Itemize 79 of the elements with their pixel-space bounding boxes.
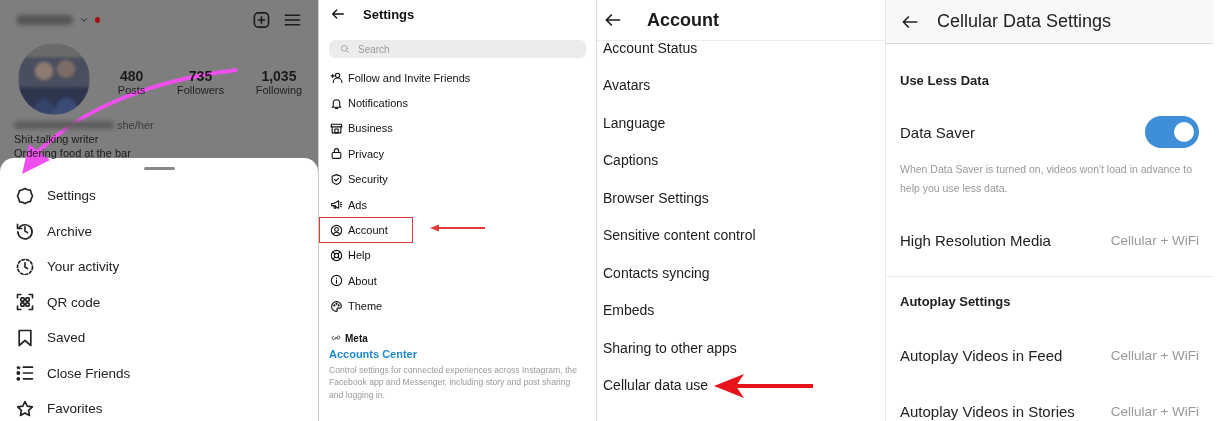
sheet-option[interactable]: Favorites <box>0 391 318 421</box>
menu-option[interactable]: Cellular data use <box>603 377 709 394</box>
stat-count: 735 <box>188 68 213 84</box>
blurred-username <box>16 15 73 25</box>
star-icon <box>15 398 35 419</box>
screen-title: Settings <box>363 6 415 22</box>
setting-row[interactable]: Autoplay Videos in Feed Cellular + WiFi <box>886 335 1213 375</box>
helper-text: When Data Saver is turned on, videos won't load in advance to help you use less data. <box>899 162 1194 196</box>
setting-label: Autoplay Videos in Feed <box>900 346 1063 364</box>
setting-value: Cellular + WiFi <box>1110 232 1199 248</box>
sheet-option[interactable]: Settings <box>0 178 318 214</box>
setting-row[interactable]: Autoplay Videos in Stories Cellular + WiFi <box>886 391 1213 421</box>
sheet-option[interactable]: QR code <box>0 284 318 320</box>
menu-option[interactable]: Security <box>348 173 388 186</box>
back-icon[interactable] <box>330 6 346 22</box>
accounts-center-link[interactable]: Accounts Center <box>329 347 586 360</box>
lock-icon <box>330 147 343 161</box>
bookmark-icon <box>15 327 35 348</box>
setting-label: High Resolution Media <box>900 231 1051 249</box>
info-icon <box>330 274 343 288</box>
menu-option[interactable]: Account Status <box>603 39 698 56</box>
menu-option[interactable]: About <box>348 274 377 287</box>
menu-option[interactable]: Business <box>348 122 393 135</box>
notification-dot <box>95 17 101 23</box>
qr-code-icon <box>15 292 35 313</box>
megaphone-icon <box>330 198 343 212</box>
setting-value: Cellular + WiFi <box>1110 347 1199 363</box>
pronouns: she/her <box>117 118 154 132</box>
toggle-switch[interactable] <box>1145 116 1199 148</box>
menu-option[interactable]: Privacy <box>348 147 385 160</box>
sheet-option[interactable]: Saved <box>0 320 318 356</box>
stat-label: Posts <box>117 84 146 96</box>
arrow <box>430 224 486 232</box>
search-icon <box>340 44 350 54</box>
account-icon <box>330 223 343 237</box>
brand-name: Meta <box>345 333 368 345</box>
menu-option[interactable]: Sensitive content control <box>603 227 756 244</box>
list-icon <box>15 363 35 384</box>
menu-option[interactable]: Language <box>603 114 666 131</box>
setting-label: Autoplay Videos in Stories <box>900 402 1075 420</box>
menu-option[interactable]: Embeds <box>603 302 655 319</box>
bell-icon <box>330 96 343 110</box>
sheet-option[interactable]: Close Friends <box>0 355 318 391</box>
stat-label: Followers <box>176 84 225 96</box>
add-icon[interactable] <box>252 9 272 31</box>
menu-option[interactable]: Account <box>348 224 388 237</box>
setting-row[interactable]: High Resolution Media Cellular + WiFi <box>886 220 1213 260</box>
drag-handle <box>143 167 175 170</box>
menu-option[interactable]: Avatars <box>603 77 651 94</box>
menu-option[interactable]: Ads <box>348 198 367 211</box>
stat-count: 480 <box>119 68 144 84</box>
sheet-option[interactable]: Your activity <box>0 249 318 285</box>
menu-option[interactable]: Captions <box>603 152 659 169</box>
lifebuoy-icon <box>330 248 343 262</box>
section-heading: Autoplay Settings <box>899 293 1012 311</box>
add-friend-icon <box>330 71 343 85</box>
setting-label: Data Saver <box>900 123 976 141</box>
palette-icon <box>330 299 343 313</box>
menu-option[interactable]: Follow and Invite Friends <box>348 71 471 84</box>
sheet-option[interactable]: Archive <box>0 213 318 249</box>
search-placeholder: Search <box>358 43 390 55</box>
stat-label: Following <box>255 84 303 96</box>
setting-value: Cellular + WiFi <box>1110 403 1199 419</box>
shield-icon <box>330 172 343 186</box>
shop-icon <box>330 121 343 135</box>
screen-title: Cellular Data Settings <box>937 11 1112 32</box>
menu-option[interactable]: Help <box>348 249 371 262</box>
menu-option[interactable]: Notifications <box>348 97 408 110</box>
stat-count: 1,035 <box>261 68 297 84</box>
menu-option[interactable]: Contacts syncing <box>603 264 710 281</box>
menu-option[interactable]: Theme <box>348 300 383 313</box>
screen-title: Account <box>647 9 719 31</box>
activity-icon <box>15 256 35 277</box>
menu-option[interactable]: Sharing to other apps <box>603 339 737 356</box>
settings-icon <box>15 185 35 206</box>
description-text: Control settings for connected experiences across Instagram, the Facebook app and Messenger, including story and post sharing and logging in. <box>329 363 578 402</box>
menu-option[interactable]: Browser Settings <box>603 189 709 206</box>
history-icon <box>15 221 35 242</box>
section-heading: Use Less Data <box>899 72 990 90</box>
